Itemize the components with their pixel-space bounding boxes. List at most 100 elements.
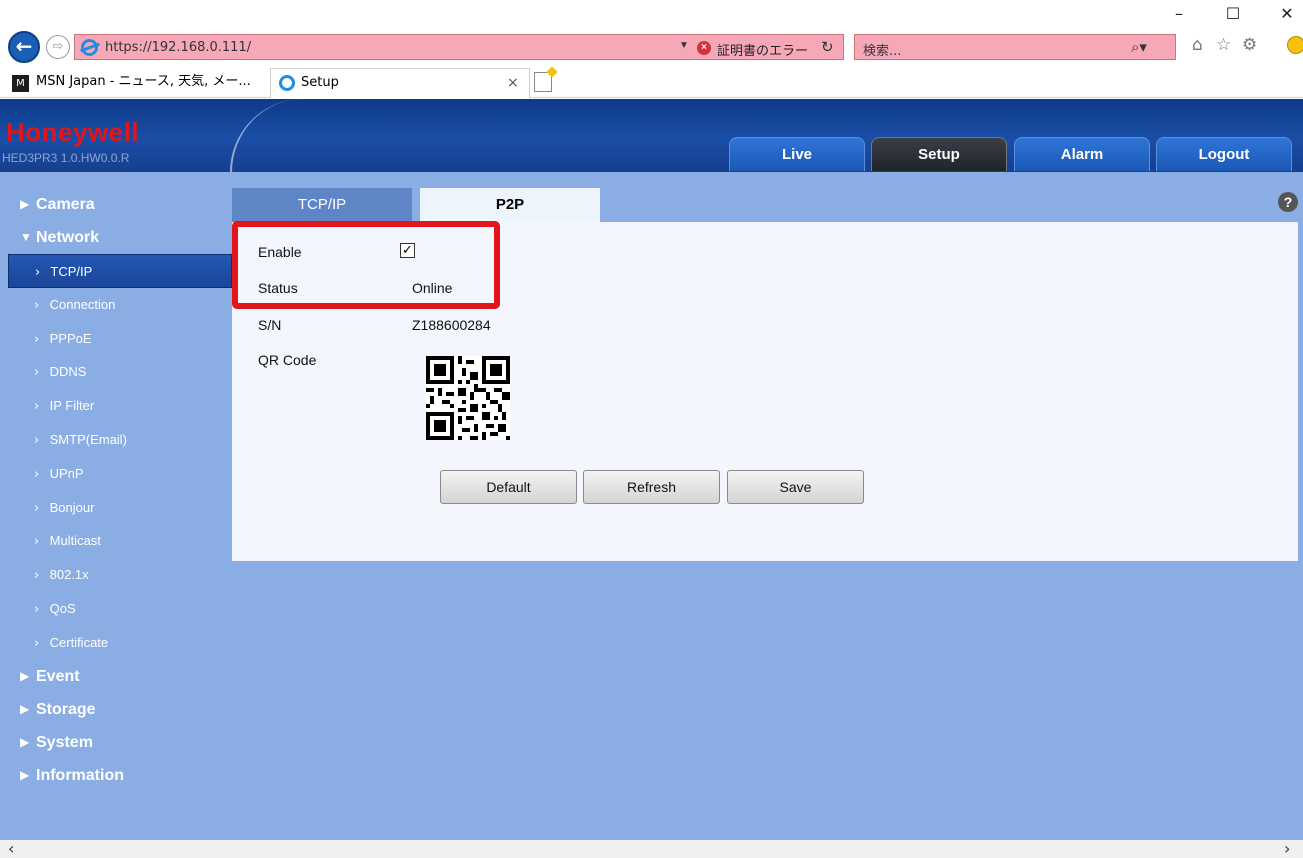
tab-setup[interactable]: Setup × (270, 68, 530, 98)
refresh-button[interactable]: Refresh (583, 470, 720, 504)
address-bar[interactable]: https://192.168.0.111/ ▼ × 証明書のエラー ↻ (74, 34, 844, 60)
sidebar-category-event[interactable]: ▶ Event (8, 660, 232, 693)
sidebar-item-pppoe[interactable]: › PPPoE (8, 322, 232, 356)
ie-icon (81, 39, 98, 56)
sidebar: ▶ Camera ▼ Network › TCP/IP › Connection ›… (8, 188, 232, 792)
collapsed-triangle-icon: ▶ (20, 767, 30, 782)
save-button[interactable]: Save (727, 470, 864, 504)
sidebar-category-network[interactable]: ▼ Network (8, 221, 232, 254)
address-row: ← ⇨ https://192.168.0.111/ ▼ × 証明書のエラー ↻… (0, 30, 1303, 64)
search-input[interactable]: 検索... ⌕▾ (854, 34, 1176, 60)
nav-alarm[interactable]: Alarm (1014, 137, 1150, 171)
sidebar-category-camera[interactable]: ▶ Camera (8, 188, 232, 221)
sidebar-item-label: 802.1x (49, 567, 89, 583)
sidebar-item-8021x[interactable]: › 802.1x (8, 558, 232, 592)
search-icon[interactable]: ⌕▾ (1131, 38, 1147, 56)
sn-label: S/N (258, 317, 282, 333)
chevron-right-icon: › (34, 500, 40, 516)
chevron-right-icon: › (34, 297, 40, 313)
qr-code-label: QR Code (258, 352, 317, 368)
tab-tcpip[interactable]: TCP/IP (232, 188, 412, 222)
url-text[interactable]: https://192.168.0.111/ (105, 40, 251, 55)
qr-code-image (426, 356, 510, 440)
sn-value: Z188600284 (412, 317, 491, 333)
nav-live[interactable]: Live (729, 137, 865, 171)
forward-arrow-icon[interactable]: ⇨ (46, 35, 70, 59)
sidebar-item-multicast[interactable]: › Multicast (8, 524, 232, 558)
ie-icon (279, 75, 295, 91)
chevron-right-icon: › (34, 466, 40, 482)
sidebar-category-system[interactable]: ▶ System (8, 726, 232, 759)
favorites-star-icon[interactable]: ☆ (1216, 35, 1231, 55)
default-button[interactable]: Default (440, 470, 577, 504)
sidebar-item-ddns[interactable]: › DDNS (8, 355, 232, 389)
app-header: Honeywell HED3PR3 1.0.HW0.0.R Live Setup… (0, 99, 1303, 172)
expanded-triangle-icon: ▼ (20, 230, 32, 244)
sidebar-category-information[interactable]: ▶ Information (8, 759, 232, 792)
maximize-button[interactable]: ☐ (1218, 2, 1248, 26)
collapsed-triangle-icon: ▶ (20, 734, 30, 749)
gear-icon[interactable]: ⚙ (1242, 35, 1257, 55)
home-icon[interactable]: ⌂ (1192, 35, 1203, 55)
scroll-left-icon[interactable]: ‹ (8, 840, 14, 858)
tab-label: Setup (301, 75, 339, 90)
scroll-right-icon[interactable]: › (1284, 840, 1290, 858)
tab-msn[interactable]: M MSN Japan - ニュース, 天気, メー... (6, 68, 268, 98)
help-icon[interactable]: ? (1278, 192, 1298, 212)
sidebar-item-label: Certificate (49, 634, 109, 650)
sidebar-item-label: Bonjour (49, 499, 95, 515)
chevron-right-icon: › (34, 432, 40, 448)
chevron-right-icon: › (34, 331, 40, 347)
sidebar-item-tcpip[interactable]: › TCP/IP (8, 254, 232, 288)
cert-error-icon[interactable]: × (697, 41, 711, 55)
browser-tab-strip: M MSN Japan - ニュース, 天気, メー... Setup × (0, 66, 1303, 98)
sidebar-item-label: UPnP (49, 465, 84, 481)
search-placeholder: 検索... (863, 44, 902, 59)
category-label: System (36, 733, 93, 751)
horizontal-scrollbar[interactable]: ‹ › (0, 840, 1303, 858)
new-tab-icon[interactable] (534, 72, 552, 92)
sidebar-item-label: IP Filter (49, 398, 95, 414)
msn-icon: M (12, 75, 29, 92)
sidebar-item-label: Connection (49, 296, 116, 312)
sidebar-item-label: QoS (49, 600, 76, 616)
back-arrow-icon[interactable]: ← (8, 31, 40, 63)
url-dropdown-icon[interactable]: ▼ (679, 40, 689, 51)
cert-error-label[interactable]: 証明書のエラー (717, 40, 808, 59)
chevron-right-icon: › (34, 399, 40, 415)
collapsed-triangle-icon: ▶ (20, 197, 30, 211)
chevron-right-icon: › (34, 365, 40, 381)
header-swoosh (230, 99, 320, 172)
refresh-icon[interactable]: ↻ (821, 38, 834, 56)
chevron-right-icon: › (35, 265, 41, 280)
minimize-button[interactable]: – (1164, 2, 1194, 26)
category-label: Storage (36, 700, 96, 718)
sidebar-item-connection[interactable]: › Connection (8, 288, 232, 322)
tab-label: MSN Japan - ニュース, 天気, メー... (36, 74, 251, 89)
sidebar-item-label: PPPoE (49, 330, 92, 346)
sidebar-item-certificate[interactable]: › Certificate (8, 626, 232, 660)
feedback-smiley-icon[interactable] (1287, 36, 1303, 54)
sidebar-item-ip-filter[interactable]: › IP Filter (8, 389, 232, 423)
sidebar-item-label: TCP/IP (50, 264, 93, 279)
chevron-right-icon: › (34, 635, 40, 651)
close-window-button[interactable]: ✕ (1272, 2, 1302, 26)
chevron-right-icon: › (34, 568, 40, 584)
chevron-right-icon: › (34, 534, 40, 550)
highlight-box (232, 221, 500, 309)
nav-setup[interactable]: Setup (871, 137, 1007, 171)
close-tab-icon[interactable]: × (507, 69, 519, 97)
collapsed-triangle-icon: ▶ (20, 668, 30, 683)
sidebar-item-upnp[interactable]: › UPnP (8, 457, 232, 491)
sidebar-item-bonjour[interactable]: › Bonjour (8, 491, 232, 525)
collapsed-triangle-icon: ▶ (20, 701, 30, 716)
sidebar-item-label: DDNS (49, 364, 87, 380)
nav-logout[interactable]: Logout (1156, 137, 1292, 171)
tab-p2p[interactable]: P2P (420, 188, 600, 222)
sidebar-item-qos[interactable]: › QoS (8, 592, 232, 626)
sidebar-item-smtp[interactable]: › SMTP(Email) (8, 423, 232, 457)
chevron-right-icon: › (34, 601, 40, 617)
sidebar-category-storage[interactable]: ▶ Storage (8, 693, 232, 726)
category-label: Network (36, 229, 100, 246)
category-label: Information (36, 766, 124, 784)
